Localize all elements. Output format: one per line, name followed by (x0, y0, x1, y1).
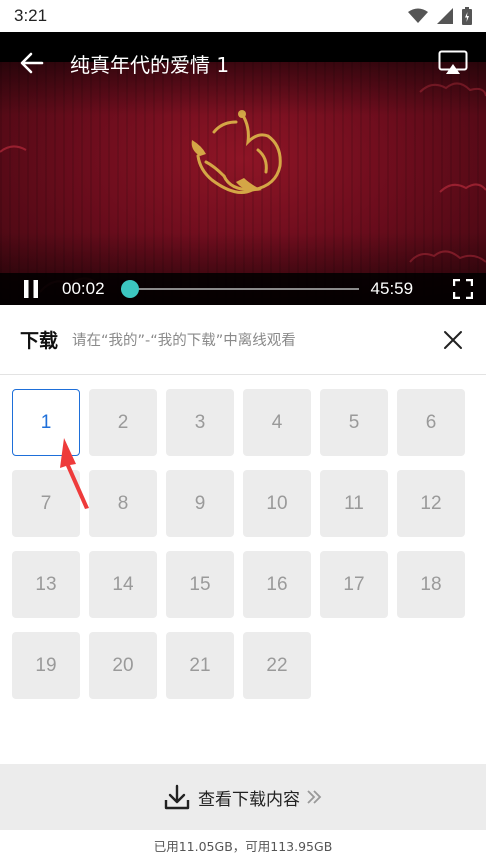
episode-button[interactable]: 8 (89, 470, 157, 537)
episode-button[interactable]: 16 (243, 551, 311, 618)
close-button[interactable] (440, 327, 466, 353)
player-controls: 00:02 45:59 (0, 273, 486, 305)
status-time: 3:21 (14, 6, 48, 25)
episode-button[interactable]: 19 (12, 632, 80, 699)
episode-button[interactable]: 5 (320, 389, 388, 456)
episode-button[interactable]: 22 (243, 632, 311, 699)
status-bar: 3:21 (0, 0, 486, 32)
episode-button[interactable]: 6 (397, 389, 465, 456)
episode-button[interactable]: 17 (320, 551, 388, 618)
seek-track (120, 288, 359, 290)
episode-button[interactable]: 20 (89, 632, 157, 699)
episode-button[interactable]: 13 (12, 551, 80, 618)
seek-bar[interactable] (120, 279, 359, 299)
episode-button[interactable]: 12 (397, 470, 465, 537)
download-panel-header: 下载 请在“我的”-“我的下载”中离线观看 (0, 305, 486, 375)
episode-button[interactable]: 4 (243, 389, 311, 456)
signal-icon (437, 8, 453, 24)
video-title: 纯真年代的爱情 1 (70, 52, 230, 77)
episode-button[interactable]: 21 (166, 632, 234, 699)
fullscreen-icon (453, 279, 473, 299)
pause-button[interactable] (20, 278, 42, 300)
wifi-icon (408, 8, 428, 23)
episode-button[interactable]: 18 (397, 551, 465, 618)
view-downloads-label: 查看下载内容 (198, 789, 300, 810)
battery-icon (462, 7, 472, 25)
player-top-bar: 纯真年代的爱情 1 (0, 32, 486, 94)
current-time: 00:02 (62, 279, 105, 298)
storage-info: 已用11.05GB，可用113.95GB (153, 839, 333, 854)
download-icon (164, 784, 190, 810)
status-icons (408, 7, 472, 25)
back-button[interactable] (16, 47, 48, 79)
red-arrow-pointer-icon (60, 438, 89, 509)
episode-button[interactable]: 14 (89, 551, 157, 618)
download-hint: 请在“我的”-“我的下载”中离线观看 (72, 333, 296, 349)
episode-button[interactable]: 11 (320, 470, 388, 537)
fullscreen-button[interactable] (452, 278, 474, 300)
video-frame (0, 62, 486, 305)
cast-icon (438, 50, 468, 74)
cast-button[interactable] (436, 47, 470, 79)
episode-button[interactable]: 2 (89, 389, 157, 456)
close-icon (444, 330, 462, 349)
download-title: 下载 (20, 330, 59, 352)
duration: 45:59 (370, 279, 414, 298)
back-arrow-icon (20, 52, 44, 74)
double-chevron-right-icon (307, 790, 322, 804)
episode-button[interactable]: 3 (166, 389, 234, 456)
episode-button[interactable]: 10 (243, 470, 311, 537)
view-downloads-button[interactable]: 查看下载内容 (0, 764, 486, 830)
video-player[interactable]: 纯真年代的爱情 1 00:02 45:59 (0, 32, 486, 305)
pause-icon (24, 280, 38, 298)
seek-thumb[interactable] (120, 280, 139, 298)
episode-button[interactable]: 15 (166, 551, 234, 618)
episode-button[interactable]: 9 (166, 470, 234, 537)
